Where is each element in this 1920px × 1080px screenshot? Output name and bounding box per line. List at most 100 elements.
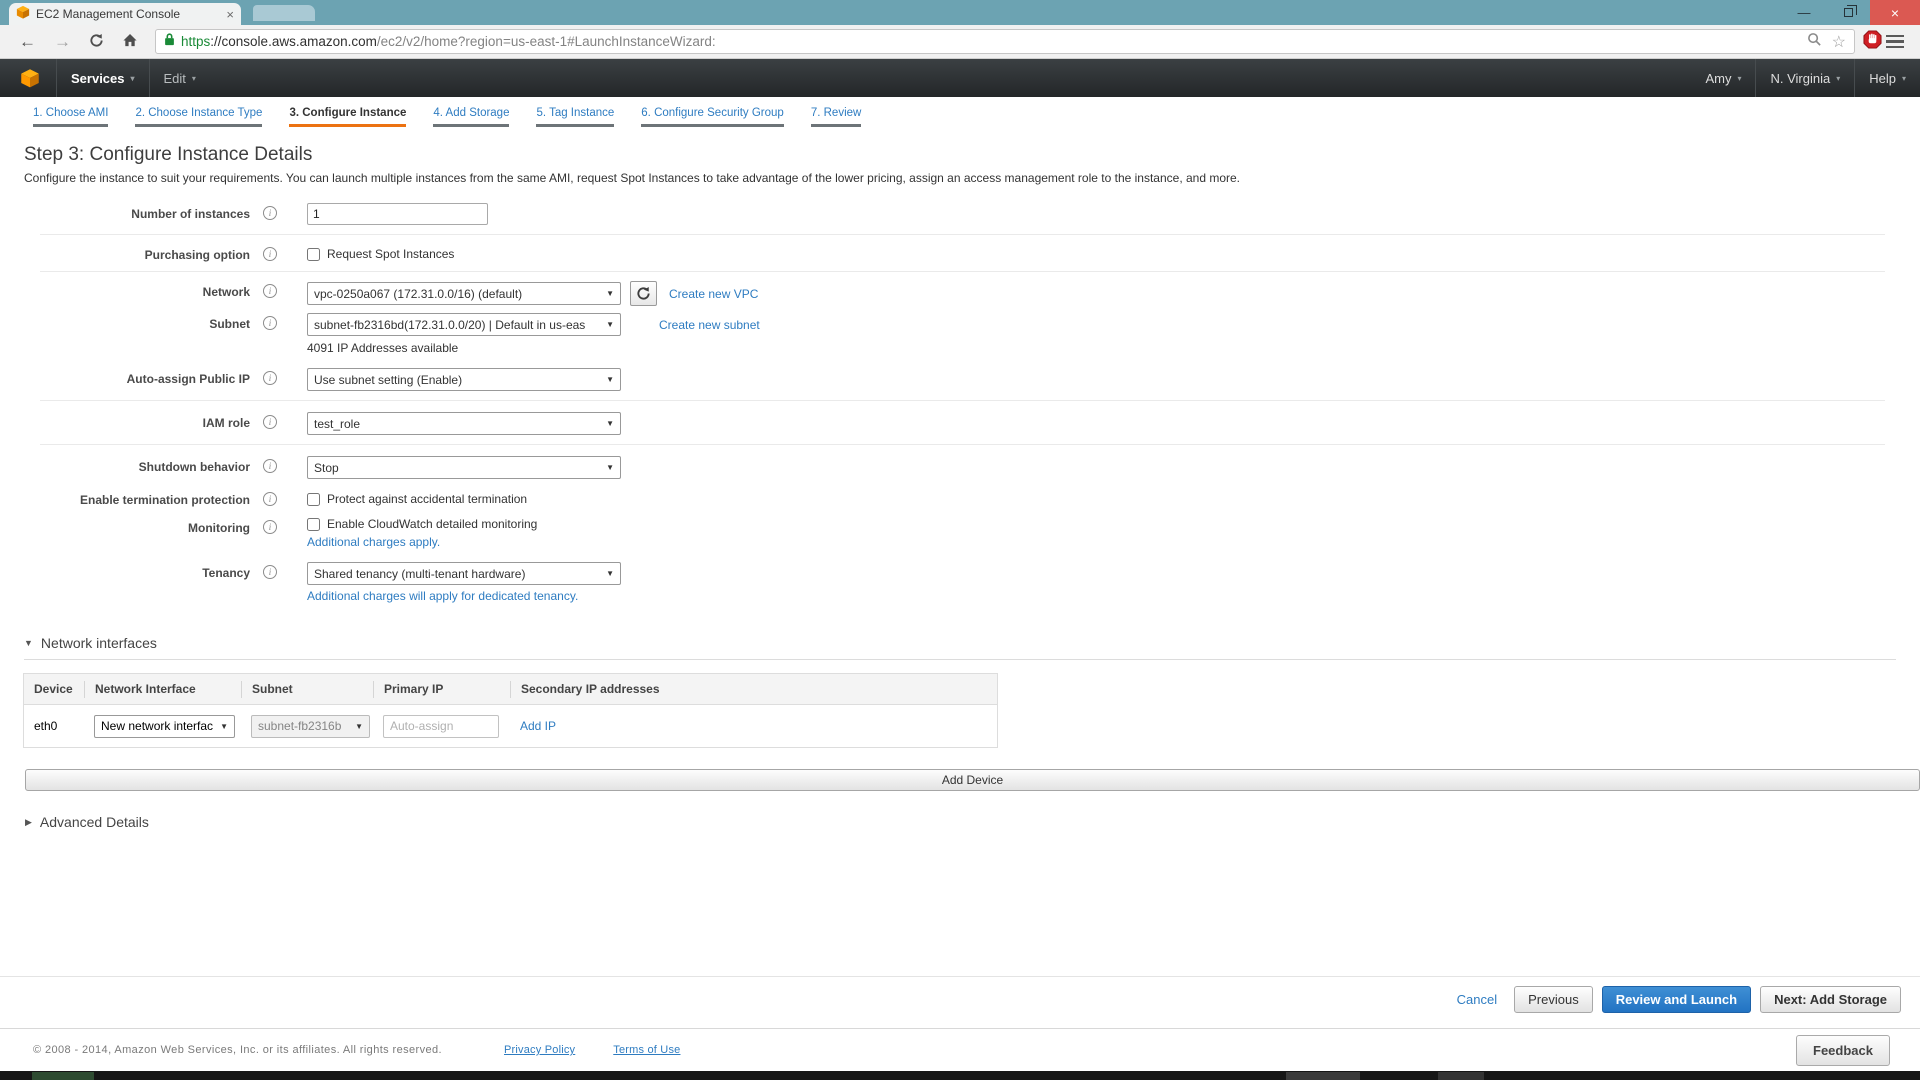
feedback-button[interactable]: Feedback [1796,1035,1890,1066]
step-choose-instance-type[interactable]: 2. Choose Instance Type [135,107,262,127]
info-icon[interactable]: i [263,520,277,534]
cloudwatch-monitoring-checkbox[interactable] [307,518,320,531]
monitoring-charges-link[interactable]: Additional charges apply. [307,535,537,549]
number-of-instances-label: Number of instances [0,203,250,221]
stop-extension-icon[interactable] [1863,30,1882,54]
page-title: Step 3: Configure Instance Details [24,144,1920,166]
create-new-vpc-link[interactable]: Create new VPC [669,287,758,301]
termination-protection-label: Enable termination protection [0,489,250,507]
edit-menu[interactable]: Edit▾ [150,71,210,86]
user-menu[interactable]: Amy▾ [1691,71,1755,86]
info-icon[interactable]: i [263,206,277,220]
forward-icon[interactable]: → [54,33,71,50]
divider [40,444,1885,445]
add-device-button[interactable]: Add Device [25,769,1920,791]
advanced-details-title: Advanced Details [40,814,149,830]
cancel-link[interactable]: Cancel [1457,992,1497,1007]
next-add-storage-button[interactable]: Next: Add Storage [1760,986,1901,1013]
dropdown-arrow-icon: ▼ [220,722,228,731]
dropdown-arrow-icon: ▼ [606,569,614,578]
wizard-actions: Cancel Previous Review and Launch Next: … [0,977,1920,1013]
dropdown-arrow-icon: ▼ [606,463,614,472]
url-bar[interactable]: https://console.aws.amazon.com/ec2/v2/ho… [155,29,1855,54]
info-icon[interactable]: i [263,316,277,330]
network-select[interactable]: vpc-0250a067 (172.31.0.0/16) (default)▼ [307,282,621,305]
new-tab-button[interactable] [253,5,315,21]
review-and-launch-button[interactable]: Review and Launch [1602,986,1751,1013]
auto-assign-public-ip-select[interactable]: Use subnet setting (Enable)▼ [307,368,621,391]
shutdown-behavior-select[interactable]: Stop▼ [307,456,621,479]
primary-ip-input[interactable] [383,715,499,738]
privacy-policy-link[interactable]: Privacy Policy [504,1044,575,1056]
copyright-text: © 2008 - 2014, Amazon Web Services, Inc.… [33,1044,442,1056]
monitoring-label: Monitoring [0,517,250,535]
previous-button[interactable]: Previous [1514,986,1593,1013]
row-subnet-select[interactable]: subnet-fb2316b▼ [251,715,370,738]
browser-menu-icon[interactable] [1886,35,1904,48]
tab-title: EC2 Management Console [36,7,222,21]
tenancy-charges-link[interactable]: Additional charges will apply for dedica… [307,589,621,603]
home-icon[interactable] [122,33,138,51]
page-description: Configure the instance to suit your requ… [24,171,1920,185]
configure-instance-form: Number of instances i Purchasing option … [0,198,1920,608]
aws-logo[interactable] [0,68,56,88]
window-minimize-icon[interactable]: — [1782,0,1826,25]
refresh-vpc-button[interactable] [630,281,657,306]
browser-tab[interactable]: EC2 Management Console × [9,3,241,25]
network-label: Network [0,281,250,299]
help-menu[interactable]: Help▾ [1855,71,1920,86]
region-menu[interactable]: N. Virginia▾ [1756,71,1854,86]
advanced-details-section-header[interactable]: ▶ Advanced Details [25,814,1920,830]
wizard-steps: 1. Choose AMI 2. Choose Instance Type 3.… [0,97,1920,127]
info-icon[interactable]: i [263,565,277,579]
services-menu[interactable]: Services▾ [57,71,149,86]
create-new-subnet-link[interactable]: Create new subnet [659,318,760,332]
terms-of-use-link[interactable]: Terms of Use [613,1044,680,1056]
reload-icon[interactable] [89,33,104,51]
step-review[interactable]: 7. Review [811,107,862,127]
info-icon[interactable]: i [263,415,277,429]
col-secondary-ip: Secondary IP addresses [510,681,997,698]
info-icon[interactable]: i [263,284,277,298]
triangle-down-icon: ▼ [24,638,33,648]
add-ip-link[interactable]: Add IP [520,719,556,733]
step-choose-ami[interactable]: 1. Choose AMI [33,107,108,127]
chevron-down-icon: ▾ [192,74,196,83]
divider [40,400,1885,401]
divider [40,234,1885,235]
dropdown-arrow-icon: ▼ [355,722,363,731]
back-icon[interactable]: ← [19,33,36,50]
col-network-interface: Network Interface [84,681,241,698]
col-subnet: Subnet [241,681,373,698]
step-tag-instance[interactable]: 5. Tag Instance [536,107,614,127]
bookmark-star-icon[interactable]: ☆ [1832,32,1846,52]
subnet-select[interactable]: subnet-fb2316bd(172.31.0.0/20) | Default… [307,313,621,336]
info-icon[interactable]: i [263,492,277,506]
network-interfaces-title: Network interfaces [41,635,157,651]
network-interfaces-section-header[interactable]: ▼ Network interfaces [24,635,1896,660]
tenancy-select[interactable]: Shared tenancy (multi-tenant hardware)▼ [307,562,621,585]
number-of-instances-input[interactable] [307,203,488,225]
window-restore-icon[interactable] [1826,0,1870,25]
shutdown-behavior-label: Shutdown behavior [0,456,250,474]
info-icon[interactable]: i [263,247,277,261]
window-close-icon[interactable]: × [1870,0,1920,25]
iam-role-label: IAM role [0,412,250,430]
chevron-down-icon: ▾ [131,74,135,83]
termination-protection-checkbox[interactable] [307,493,320,506]
info-icon[interactable]: i [263,371,277,385]
interface-select[interactable]: New network interfac▼ [94,715,235,738]
step-add-storage[interactable]: 4. Add Storage [433,107,509,127]
info-icon[interactable]: i [263,459,277,473]
request-spot-instances-checkbox[interactable] [307,248,320,261]
auto-assign-public-ip-label: Auto-assign Public IP [0,368,250,386]
search-icon[interactable] [1807,32,1822,52]
browser-tab-bar: EC2 Management Console × — × [0,0,1920,25]
table-row: eth0 New network interfac▼ subnet-fb2316… [24,705,997,747]
browser-toolbar: ← → https://console.aws.amazon.com/ec2/v… [0,25,1920,59]
dropdown-arrow-icon: ▼ [606,419,614,428]
iam-role-select[interactable]: test_role▼ [307,412,621,435]
tab-close-icon[interactable]: × [226,8,234,21]
step-configure-security-group[interactable]: 6. Configure Security Group [641,107,784,127]
step-configure-instance[interactable]: 3. Configure Instance [289,107,406,127]
